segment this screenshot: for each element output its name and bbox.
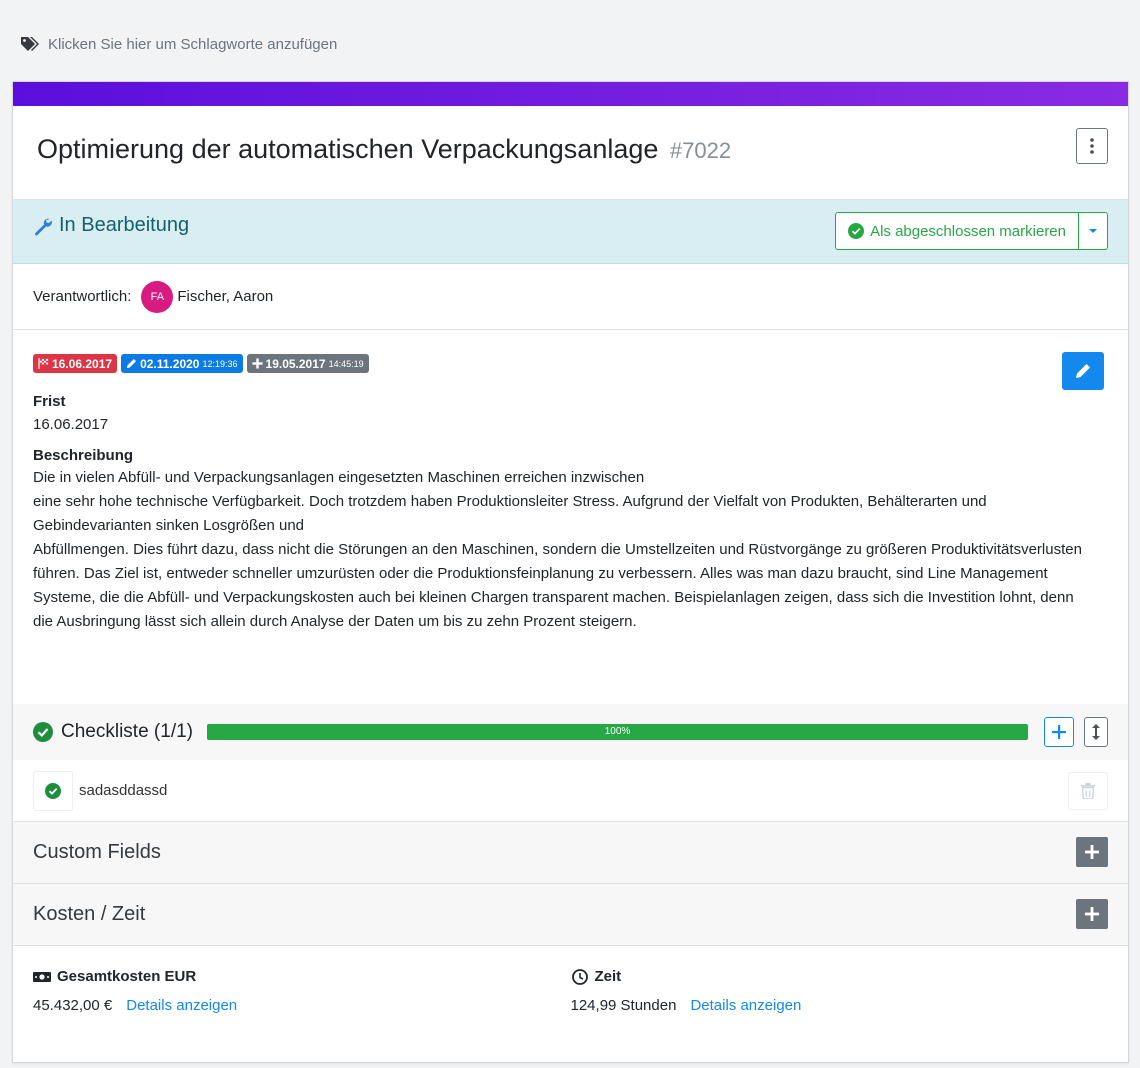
edit-task-button[interactable] (1062, 352, 1104, 390)
tag-placeholder[interactable]: Klicken Sie hier um Schlagworte anzufüge… (48, 36, 337, 53)
total-cost-value-row: 45.432,00 € Details anzeigen (33, 997, 571, 1014)
task-title: Optimierung der automatischen Verpackung… (37, 134, 659, 164)
money-bill-icon (33, 971, 51, 982)
check-circle-icon (45, 782, 61, 799)
plus-icon (1052, 725, 1066, 739)
plus-icon (1085, 907, 1099, 921)
tags-icon (21, 37, 39, 51)
deadline-badge: 16.06.2017 (33, 354, 118, 373)
plus-icon (1085, 845, 1099, 859)
cost-details-link[interactable]: Details anzeigen (126, 997, 237, 1014)
description-line: Die in vielen Abfüll- und Verpackungsanl… (33, 469, 645, 486)
description-line: Abfüllmengen. Dies führt dazu, dass nich… (33, 541, 1082, 606)
total-cost-column: Gesamtkosten EUR 45.432,00 € Details anz… (33, 968, 571, 1014)
complete-button-group: Als abgeschlossen markieren (835, 212, 1108, 250)
add-custom-field-button[interactable] (1076, 837, 1108, 867)
total-cost-value: 45.432,00 € (33, 997, 113, 1014)
checklist-progress-fill: 100% (207, 724, 1028, 740)
check-circle-icon (848, 223, 865, 239)
tag-bar[interactable]: Klicken Sie hier um Schlagworte anzufüge… (0, 0, 1140, 80)
edited-badge: 02.11.2020 12:19:36 (121, 354, 243, 373)
checklist-progress: 100% (207, 724, 1028, 740)
time-label: Zeit (571, 968, 1109, 985)
costs-time-title: Kosten / Zeit (33, 903, 146, 925)
time-value-row: 124,99 Stunden Details anzeigen (571, 997, 1109, 1014)
task-header: Optimierung der automatischen Verpackung… (13, 106, 1128, 200)
date-badges: 16.06.2017 02.11.2020 12:19:36 19.05.201… (33, 354, 1108, 373)
status-bar: In Bearbeitung Als abgeschlossen markier… (13, 200, 1128, 264)
arrows-vertical-icon (1092, 724, 1100, 740)
responsible-label: Verantwortlich: (33, 288, 132, 305)
checklist-item: sadasddassd (13, 760, 1128, 822)
description-line: eine sehr hohe technische Verfügbarkeit.… (33, 493, 987, 534)
custom-fields-title: Custom Fields (33, 841, 161, 863)
description-label: Beschreibung (33, 447, 134, 464)
custom-fields-header: Custom Fields (13, 822, 1128, 884)
more-options-button[interactable] (1076, 128, 1108, 164)
mark-complete-label: Als abgeschlossen markieren (870, 222, 1066, 240)
status-text: In Bearbeitung (59, 214, 190, 236)
ellipsis-vertical-icon (1090, 138, 1094, 154)
checklist-title: Checkliste (1/1) (61, 721, 193, 742)
clock-icon (571, 968, 588, 985)
caret-down-icon (1089, 229, 1097, 233)
add-cost-time-button[interactable] (1076, 899, 1108, 929)
responsible-name[interactable]: Fischer, Aaron (177, 288, 273, 305)
flag-checkered-icon (38, 358, 49, 369)
total-cost-label: Gesamtkosten EUR (33, 968, 571, 985)
created-badge: 19.05.2017 14:45:19 (246, 354, 369, 373)
check-circle-icon (33, 722, 53, 742)
plus-icon (251, 358, 263, 369)
trash-icon (1081, 783, 1095, 799)
checklist-item-checkbox[interactable] (33, 770, 73, 811)
checklist-item-text: sadasddassd (79, 782, 168, 799)
add-checklist-item-button[interactable] (1044, 717, 1074, 747)
delete-checklist-item-button[interactable] (1068, 772, 1108, 810)
deadline-value: 16.06.2017 (33, 416, 109, 433)
time-details-link[interactable]: Details anzeigen (690, 997, 801, 1014)
wrench-icon (35, 218, 52, 235)
card-accent-bar (13, 82, 1128, 106)
checklist-header: Checkliste (1/1) 100% (13, 704, 1128, 760)
task-details: 16.06.2017 02.11.2020 12:19:36 19.05.201… (13, 330, 1128, 704)
page-title: Optimierung der automatischen Verpackung… (37, 134, 1104, 165)
costs-time-summary: Gesamtkosten EUR 45.432,00 € Details anz… (13, 946, 1128, 1014)
mark-complete-button[interactable]: Als abgeschlossen markieren (836, 213, 1079, 249)
deadline-label: Frist (33, 393, 66, 410)
task-card: Optimierung der automatischen Verpackung… (12, 81, 1129, 1063)
costs-time-header: Kosten / Zeit (13, 884, 1128, 946)
time-value: 124,99 Stunden (570, 997, 677, 1014)
complete-dropdown-toggle[interactable] (1079, 213, 1107, 249)
description-line: die Ausbringung lässt sich allein durch … (33, 613, 637, 630)
description-text: Die in vielen Abfüll- und Verpackungsanl… (33, 466, 1108, 634)
sort-checklist-button[interactable] (1084, 717, 1108, 747)
time-column: Zeit 124,99 Stunden Details anzeigen (571, 968, 1109, 1014)
avatar: FA (141, 280, 174, 313)
task-number: #7022 (669, 138, 732, 163)
pencil-icon (126, 359, 137, 369)
responsible-row: Verantwortlich: FA Fischer, Aaron (13, 264, 1128, 330)
pencil-icon (1076, 364, 1090, 378)
